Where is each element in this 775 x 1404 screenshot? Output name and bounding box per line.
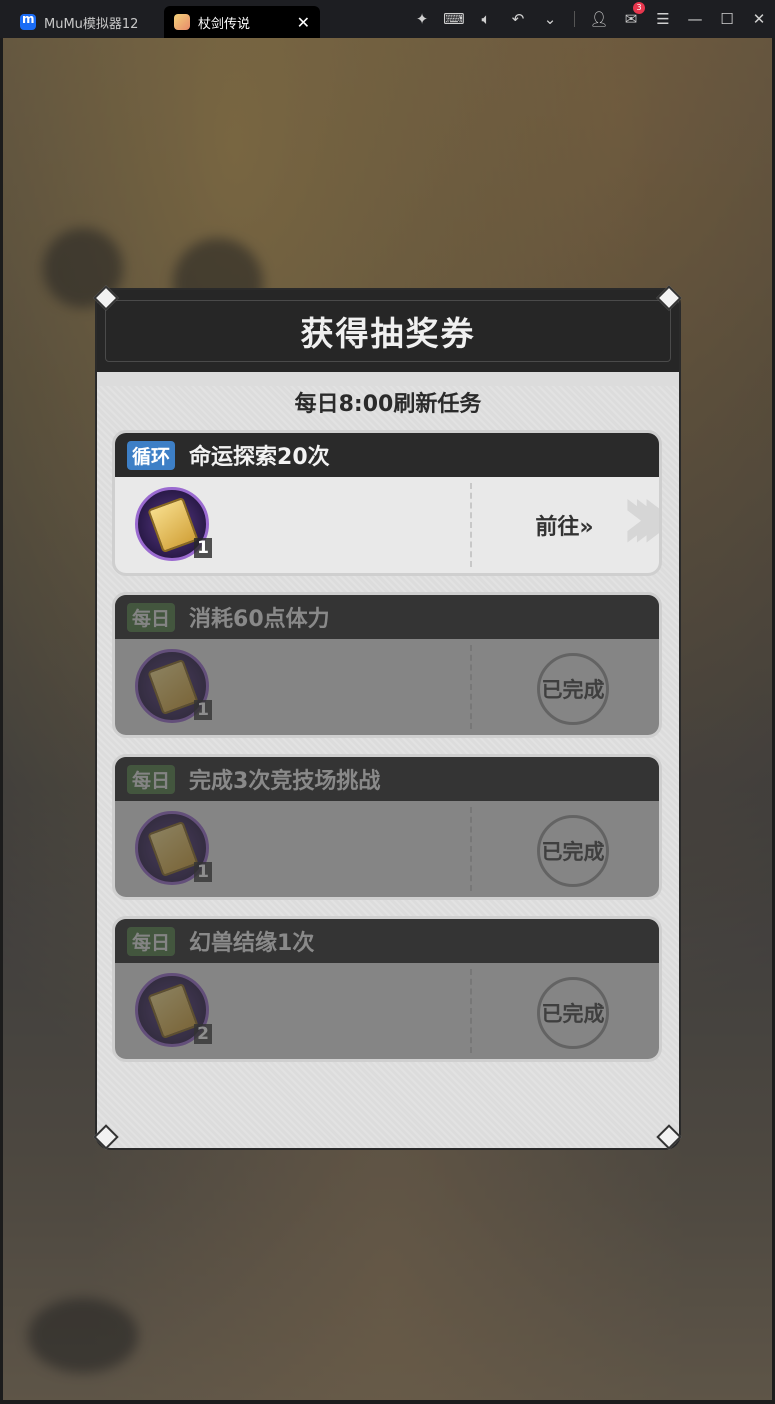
lottery-ticket-icon[interactable]: 1 [135,811,212,885]
ticket-paper [147,820,199,878]
task-card: 每日 幻兽结缘1次 2 已完成 [112,916,662,1062]
divider [470,807,472,891]
reward-count: 1 [194,862,212,882]
lottery-ticket-dialog: 获得抽奖券 每日8:00刷新任务 循环 命运探索20次 1 ››› 前往» 每日… [97,290,679,1148]
goto-button-label: 前往» [535,515,594,540]
task-header: 每日 幻兽结缘1次 [115,919,659,963]
task-name: 完成3次竞技场挑战 [189,769,381,794]
task-tag: 每日 [127,764,176,794]
task-tag: 循环 [127,440,176,470]
reward-count: 2 [194,1024,212,1044]
completed-stamp: 已完成 [537,815,609,887]
ticket-paper [147,496,199,554]
completed-stamp: 已完成 [537,653,609,725]
chevron-right-icon: ››› [618,460,659,572]
minimize-icon[interactable]: — [679,10,711,28]
tab-close-icon[interactable]: ✕ [297,13,310,32]
tab-game-label: 杖剑传说 [198,16,251,32]
reward-count: 1 [194,538,212,558]
ticket-paper [147,982,199,1040]
divider [470,645,472,729]
refresh-note: 每日8:00刷新任务 [294,392,482,417]
corner-ornament [95,287,117,309]
dialog-title: 获得抽奖券 [300,314,476,353]
completed-label: 已完成 [541,840,605,864]
toolbar: ✦ ⌨ 🔈︎ ↶ ⌄ 👤︎ ✉ 3 ☰ — ☐ ✕ [406,0,775,38]
task-name: 幻兽结缘1次 [189,931,315,956]
corner-ornament [658,1126,680,1148]
menu-icon[interactable]: ☰ [647,10,679,28]
divider [470,483,472,567]
user-icon[interactable]: 👤︎ [583,10,615,28]
dialog-header: 获得抽奖券 [97,290,679,372]
completed-label: 已完成 [541,678,605,702]
tab-game[interactable]: 杖剑传说 ✕ [164,6,320,38]
task-tag: 每日 [127,602,176,632]
game-logo-icon [174,14,190,30]
reward-count: 1 [194,700,212,720]
keyboard-icon[interactable]: ⌨ [438,10,470,28]
maximize-icon[interactable]: ☐ [711,10,743,28]
chevron-down-icon[interactable]: ⌄ [534,10,566,28]
task-card: 每日 完成3次竞技场挑战 1 已完成 [112,754,662,900]
lottery-ticket-icon[interactable]: 1 [135,487,212,561]
close-icon[interactable]: ✕ [743,10,775,28]
task-name: 消耗60点体力 [189,607,330,632]
emulator-title-bar: MuMu模拟器12 杖剑传说 ✕ ✦ ⌨ 🔈︎ ↶ ⌄ 👤︎ ✉3 ☰ — ☐ … [0,0,775,38]
task-body: 1 已完成 [115,639,659,735]
mail-badge: 3 [633,2,645,14]
task-card: 每日 消耗60点体力 1 已完成 [112,592,662,738]
volume-icon[interactable]: 🔈︎ [470,10,502,28]
toolbar-divider [574,11,575,27]
divider [470,969,472,1053]
dialog-body: 每日8:00刷新任务 循环 命运探索20次 1 ››› 前往» 每日 消耗60点… [97,386,679,1148]
task-body: 1 已完成 [115,801,659,897]
task-header: 循环 命运探索20次 [115,433,659,477]
corner-ornament [95,1126,117,1148]
task-body: 1 ››› 前往» [115,460,659,573]
task-header: 每日 完成3次竞技场挑战 [115,757,659,801]
undo-icon[interactable]: ↶ [502,10,534,28]
tab-mumu-label: MuMu模拟器12 [44,16,139,32]
lottery-ticket-icon[interactable]: 2 [135,973,212,1047]
mumu-logo-icon [20,12,36,30]
mail-icon[interactable]: ✉ 3 [615,2,647,28]
ticket-paper [147,658,199,716]
task-header: 每日 消耗60点体力 [115,595,659,639]
goto-button[interactable]: ››› 前往» [482,460,659,572]
lottery-ticket-icon[interactable]: 1 [135,649,212,723]
task-name: 命运探索20次 [189,445,330,470]
pin-icon[interactable]: ✦ [406,10,438,28]
task-tag: 每日 [127,926,176,956]
task-card: 循环 命运探索20次 1 ››› 前往» [112,430,662,576]
completed-stamp: 已完成 [537,977,609,1049]
completed-label: 已完成 [541,1002,605,1026]
task-body: 2 已完成 [115,963,659,1059]
corner-ornament [658,287,680,309]
tab-mumu[interactable]: MuMu模拟器12 [10,6,160,38]
